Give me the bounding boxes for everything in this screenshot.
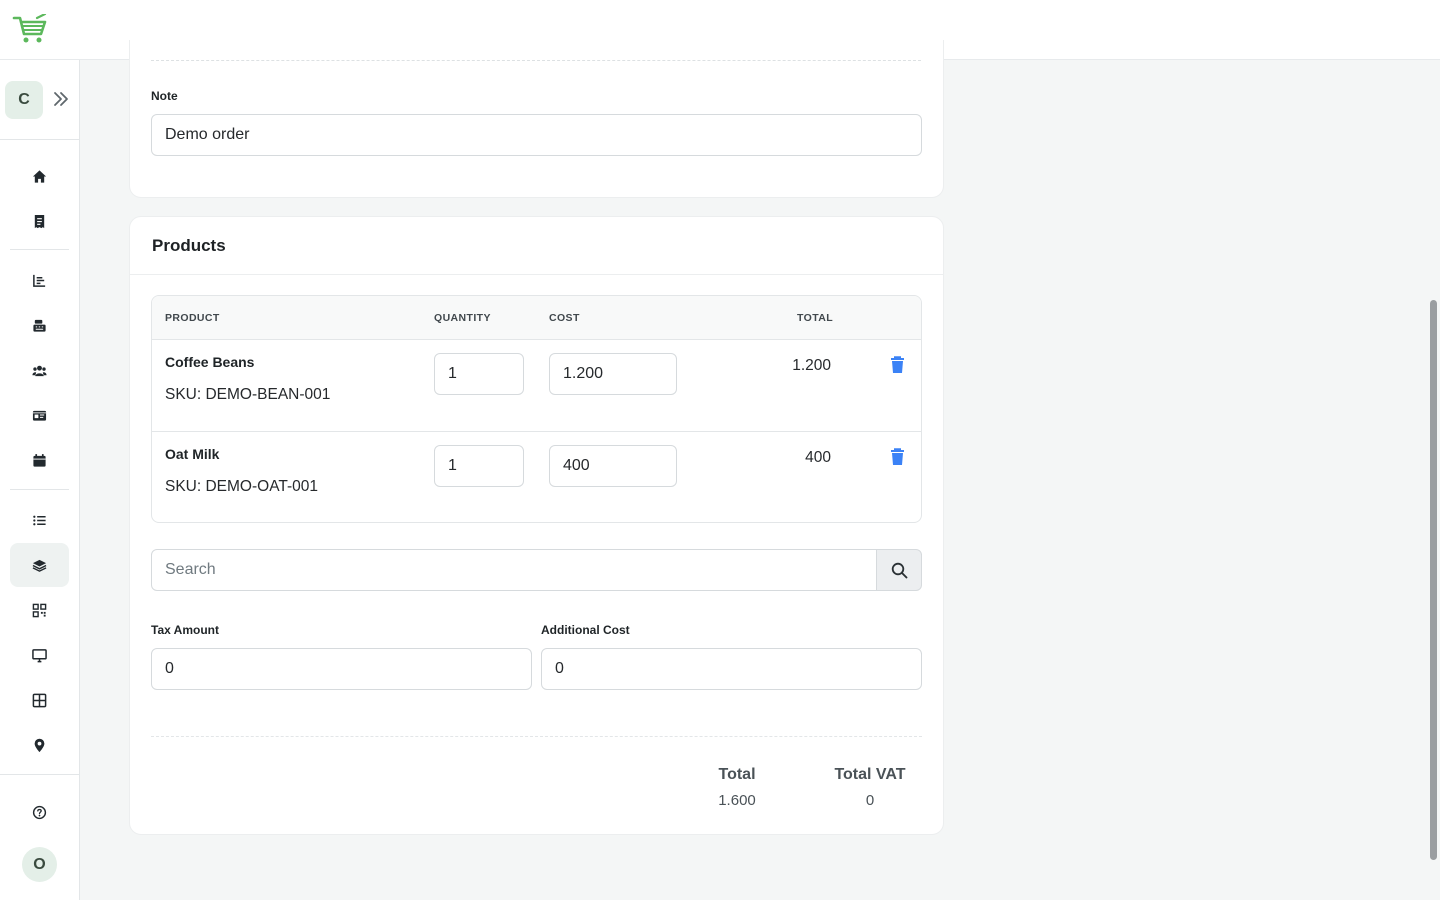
additional-cost-input[interactable]: 0 xyxy=(541,648,922,690)
sidebar-divider xyxy=(10,489,69,490)
sidebar-item-receipts[interactable] xyxy=(10,199,69,243)
id-card-icon xyxy=(32,410,47,421)
product-name: Coffee Beans xyxy=(165,354,255,370)
sidebar-item-tables[interactable] xyxy=(10,678,69,722)
trash-icon[interactable] xyxy=(890,448,905,466)
card-header-divider xyxy=(130,274,943,275)
sidebar-divider xyxy=(0,774,80,775)
section-divider xyxy=(151,60,921,61)
column-header-product: PRODUCT xyxy=(165,312,220,324)
column-header-cost: COST xyxy=(549,312,580,324)
cash-register-icon xyxy=(33,319,46,332)
additional-cost-label: Additional Cost xyxy=(541,623,630,637)
trash-icon[interactable] xyxy=(890,356,905,374)
shopping-cart-logo-icon[interactable] xyxy=(12,14,48,46)
product-name: Oat Milk xyxy=(165,446,220,462)
page-scrollbar[interactable] xyxy=(1430,300,1437,860)
sidebar-divider xyxy=(0,139,80,140)
total-vat-value: 0 xyxy=(865,792,875,809)
sidebar-item-reports[interactable] xyxy=(10,258,69,302)
quantity-input[interactable]: 1 xyxy=(434,353,524,395)
sidebar-item-cash-register[interactable] xyxy=(10,303,69,347)
search-button[interactable] xyxy=(876,549,922,591)
table-header: PRODUCT QUANTITY COST TOTAL xyxy=(152,296,921,340)
sidebar: C O xyxy=(0,60,80,900)
sidebar-item-inventory[interactable] xyxy=(10,543,69,587)
product-sku: SKU: DEMO-OAT-001 xyxy=(165,478,319,495)
double-chevron-right-icon[interactable] xyxy=(52,90,70,108)
list-icon xyxy=(33,515,46,525)
home-icon xyxy=(32,169,47,183)
sidebar-item-customers[interactable] xyxy=(10,348,69,392)
row-total: 1.200 xyxy=(792,357,831,374)
tax-amount-input[interactable]: 0 xyxy=(151,648,532,690)
sidebar-item-calendar[interactable] xyxy=(10,438,69,482)
sidebar-item-help[interactable] xyxy=(10,790,69,834)
monitor-icon xyxy=(32,648,47,662)
sidebar-divider xyxy=(10,249,69,250)
product-search-input[interactable]: Search xyxy=(151,549,877,591)
column-header-total: TOTAL xyxy=(797,312,834,324)
sidebar-item-list[interactable] xyxy=(10,498,69,542)
summary-divider xyxy=(151,736,922,737)
table-row: Coffee Beans SKU: DEMO-BEAN-001 1 1.200 … xyxy=(152,340,921,432)
total-value: 1.600 xyxy=(718,792,756,809)
note-label: Note xyxy=(151,89,178,103)
tenant-avatar[interactable]: C xyxy=(5,81,43,119)
column-header-quantity: QUANTITY xyxy=(434,312,491,324)
sidebar-item-cards[interactable] xyxy=(10,393,69,437)
help-circle-icon xyxy=(32,805,47,819)
note-input[interactable]: Demo order xyxy=(151,114,922,156)
calendar-icon xyxy=(33,453,46,467)
table-row: Oat Milk SKU: DEMO-OAT-001 1 400 400 xyxy=(152,432,921,522)
bar-chart-icon xyxy=(33,274,46,287)
sidebar-item-pos-display[interactable] xyxy=(10,633,69,677)
users-icon xyxy=(32,365,47,376)
sidebar-item-locations[interactable] xyxy=(10,723,69,767)
products-table: PRODUCT QUANTITY COST TOTAL Coffee Beans… xyxy=(151,295,922,523)
tax-amount-label: Tax Amount xyxy=(151,623,219,637)
receipt-icon xyxy=(34,214,45,228)
boxes-icon xyxy=(32,559,47,572)
qr-code-icon xyxy=(32,603,47,617)
cost-input[interactable]: 400 xyxy=(549,445,677,487)
products-title: Products xyxy=(152,236,226,255)
sidebar-item-qr-code[interactable] xyxy=(10,588,69,632)
map-pin-icon xyxy=(34,738,45,752)
sidebar-item-home[interactable] xyxy=(10,154,69,198)
row-total: 400 xyxy=(805,449,831,466)
product-sku: SKU: DEMO-BEAN-001 xyxy=(165,386,331,403)
user-avatar[interactable]: O xyxy=(22,847,57,882)
quantity-input[interactable]: 1 xyxy=(434,445,524,487)
search-icon xyxy=(891,562,907,578)
grid-icon xyxy=(32,693,47,707)
total-label: Total xyxy=(718,766,756,783)
total-vat-label: Total VAT xyxy=(834,766,906,783)
cost-input[interactable]: 1.200 xyxy=(549,353,677,395)
